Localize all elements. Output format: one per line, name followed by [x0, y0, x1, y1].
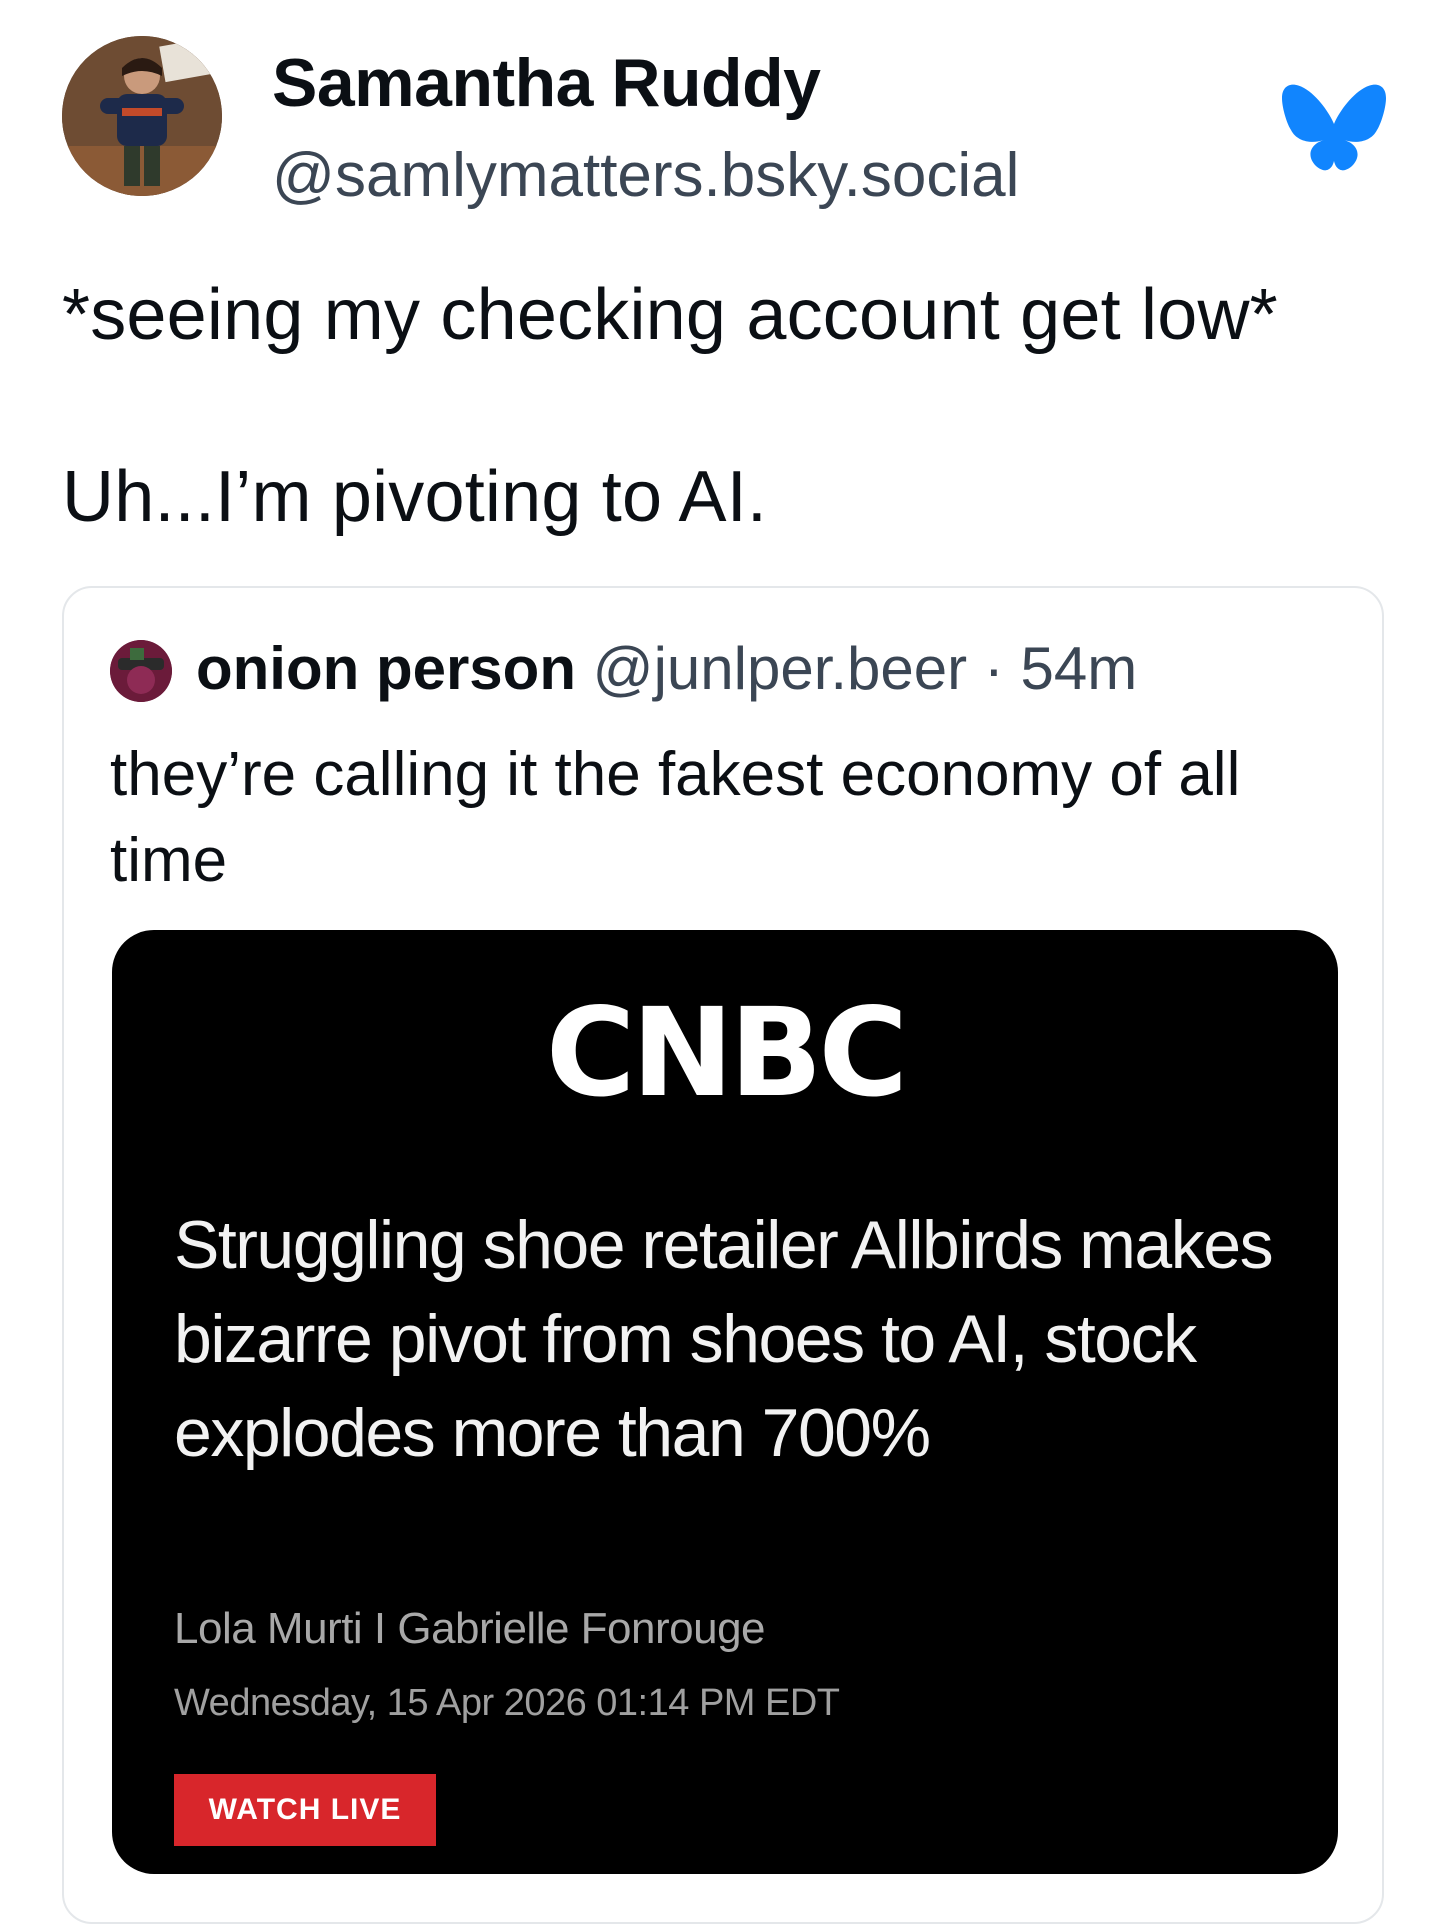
meta-separator: · [983, 635, 1004, 702]
post-text-line-2: Uh...I’m pivoting to AI. [62, 457, 768, 537]
quoted-post-card[interactable]: onion person @junlper.beer · 54m they’re… [62, 586, 1384, 1924]
post-container: Samantha Ruddy @samlymatters.bsky.social… [0, 0, 1440, 1924]
quoted-author-avatar[interactable] [110, 640, 172, 702]
post-text-line-1: *seeing my checking account get low* [62, 275, 1278, 355]
author-display-name[interactable]: Samantha Ruddy [272, 44, 821, 122]
cnbc-logo: CNBC [545, 982, 908, 1124]
cnbc-article-embed[interactable]: CNBC Struggling shoe retailer Allbirds m… [112, 930, 1338, 1874]
quoted-post-time: 54m [1020, 635, 1138, 702]
quoted-author-name[interactable]: onion person [196, 635, 576, 702]
quoted-post-text: they’re calling it the fakest economy of… [110, 740, 1241, 895]
article-dateline: Wednesday, 15 Apr 2026 01:14 PM EDT [174, 1682, 840, 1724]
article-byline: Lola Murti I Gabrielle Fonrouge [174, 1604, 766, 1653]
author-avatar[interactable] [62, 36, 222, 196]
author-handle[interactable]: @samlymatters.bsky.social [272, 140, 1019, 211]
avatar-photo-icon [62, 36, 222, 196]
article-headline: Struggling shoe retailer Allbirds makes … [174, 1207, 1274, 1471]
watch-live-button[interactable]: WATCH LIVE [174, 1774, 436, 1846]
onion-avatar-icon [110, 640, 172, 702]
quoted-post-meta: onion person @junlper.beer · 54m [196, 634, 1137, 703]
quoted-author-handle[interactable]: @junlper.beer [593, 635, 967, 702]
bluesky-butterfly-icon [1282, 82, 1386, 174]
